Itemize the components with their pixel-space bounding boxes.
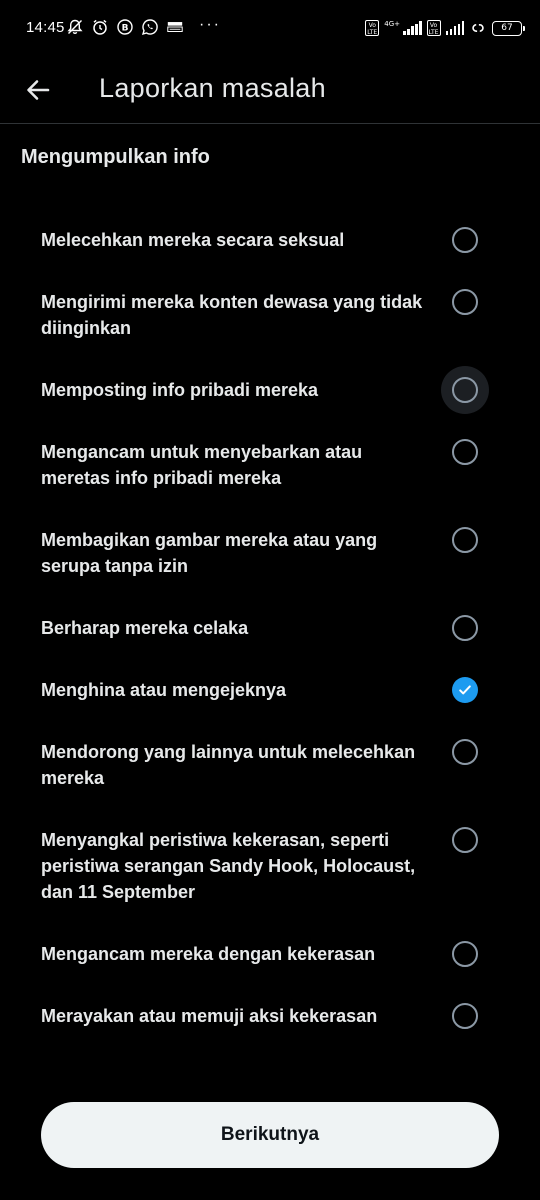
report-option[interactable]: Berharap mereka celaka [0,596,540,658]
radio-unchecked[interactable] [452,739,478,765]
report-option[interactable]: Membagikan gambar mereka atau yang serup… [0,508,540,596]
radio-checked[interactable] [452,677,478,703]
report-option-label: Mengancam untuk menyebarkan atau meretas… [41,442,363,488]
status-left-icons: B ··· [66,16,221,36]
volte-icon-2: Vo LTE [426,20,441,36]
report-option-label: Mengirimi mereka konten dewasa yang tida… [41,292,423,338]
report-option-label: Menyangkal peristiwa kekerasan, seperti … [41,830,416,902]
more-notifications-icon: ··· [199,16,221,33]
radio-unchecked[interactable] [452,527,478,553]
report-option-label: Mengancam mereka dengan kekerasan [41,944,376,964]
report-option-label: Berharap mereka celaka [41,618,249,638]
signal-strength-icon-2 [445,21,464,35]
report-option[interactable]: Mengirimi mereka konten dewasa yang tida… [0,270,540,358]
report-option-label: Membagikan gambar mereka atau yang serup… [41,530,378,576]
radio-unchecked[interactable] [452,827,478,853]
section-title: Mengumpulkan info [21,146,210,168]
report-option-label: Melecehkan mereka secara seksual [41,230,345,250]
app-banner-icon [166,18,184,36]
checkmark-icon [459,685,471,695]
radio-unchecked[interactable] [452,941,478,967]
report-option[interactable]: Merayakan atau memuji aksi kekerasan [0,984,540,1046]
app-header: Laporkan masalah [0,60,540,124]
report-screen: 14:45 B ··· Vo LTE 4G+ Vo LTE 67 Laporka… [0,0,540,1200]
radio-unchecked[interactable] [452,227,478,253]
report-option[interactable]: Menghina atau mengejeknya [0,658,540,720]
status-right-icons: Vo LTE 4G+ Vo LTE 67 [365,19,525,37]
report-option-label: Memposting info pribadi mereka [41,380,319,400]
svg-text:B: B [122,24,129,34]
report-options-list: Melecehkan mereka secara seksual Mengirim… [0,208,540,1046]
radio-unchecked[interactable] [452,615,478,641]
page-title: Laporkan masalah [99,73,326,103]
app-b-icon: B [116,18,134,36]
whatsapp-icon [141,18,159,36]
alarm-clock-icon [91,18,109,36]
link-icon [469,19,487,37]
report-option[interactable]: Melecehkan mereka secara seksual [0,208,540,270]
battery-icon: 67 [492,20,525,36]
report-option[interactable]: Mengancam untuk menyebarkan atau meretas… [0,420,540,508]
radio-unchecked[interactable] [452,439,478,465]
report-option-label: Merayakan atau memuji aksi kekerasan [41,1006,378,1026]
back-button[interactable] [18,70,58,110]
report-option[interactable]: Menyangkal peristiwa kekerasan, seperti … [0,808,540,922]
status-bar: 14:45 B ··· Vo LTE 4G+ Vo LTE 67 [0,0,540,60]
arrow-left-icon [27,80,50,100]
next-button[interactable]: Berikutnya [41,1102,499,1168]
report-option-label: Mendorong yang lainnya untuk melecehkan … [41,742,416,788]
report-option-label: Menghina atau mengejeknya [41,680,287,700]
muted-bell-icon [66,18,84,36]
radio-unchecked[interactable] [452,1003,478,1029]
radio-unchecked[interactable] [452,289,478,315]
report-option[interactable]: Mengancam mereka dengan kekerasan [0,922,540,984]
network-type: 4G+ [384,20,400,28]
report-option[interactable]: Memposting info pribadi mereka [0,358,540,420]
signal-strength-icon [403,21,422,35]
report-option[interactable]: Mendorong yang lainnya untuk melecehkan … [0,720,540,808]
status-time: 14:45 [26,19,65,36]
radio-unchecked[interactable] [452,377,478,403]
volte-icon: Vo LTE [365,20,380,36]
